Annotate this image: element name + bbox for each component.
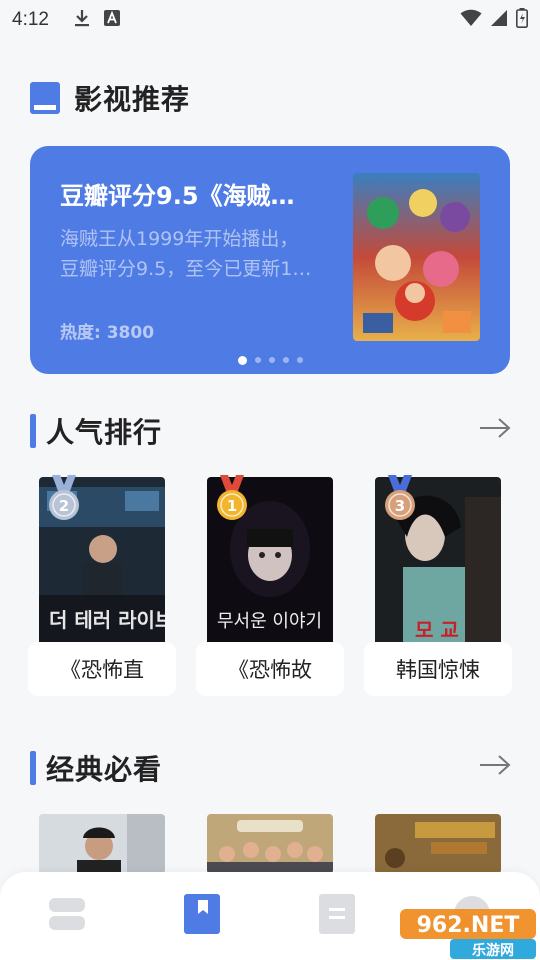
poster-title: 더 테러 라이브 bbox=[49, 608, 165, 632]
svg-text:962.NET: 962.NET bbox=[417, 913, 520, 938]
document-icon bbox=[319, 894, 355, 938]
status-bar: 4:12 bbox=[0, 0, 540, 40]
section-classic-title: 经典必看 bbox=[46, 753, 163, 786]
status-time: 4:12 bbox=[12, 9, 49, 30]
banner-poster-image bbox=[353, 173, 480, 341]
pagination-dot[interactable] bbox=[268, 357, 275, 363]
download-icon bbox=[74, 9, 90, 31]
card-caption: 《恐怖直 bbox=[28, 642, 176, 696]
rank-medal-icon: 2 bbox=[46, 475, 82, 523]
section-marker bbox=[30, 414, 36, 448]
popular-more-arrow-icon[interactable] bbox=[478, 416, 512, 440]
section-recommend-title: 影视推荐 bbox=[74, 83, 191, 116]
banner-desc-line-1: 海贼王从1999年开始播出， bbox=[60, 228, 299, 250]
signal-icon bbox=[490, 9, 508, 31]
book-icon bbox=[30, 82, 60, 114]
nav-home[interactable] bbox=[45, 894, 89, 938]
classic-more-arrow-icon[interactable] bbox=[478, 753, 512, 777]
poster-image bbox=[207, 814, 333, 874]
svg-text:2: 2 bbox=[59, 497, 69, 515]
svg-text:1: 1 bbox=[227, 497, 237, 515]
nav-document[interactable] bbox=[315, 894, 359, 938]
svg-text:3: 3 bbox=[395, 497, 405, 515]
poster-image bbox=[375, 814, 501, 874]
pagination-dot-active[interactable] bbox=[237, 356, 247, 365]
poster-image bbox=[39, 814, 165, 874]
banner-title: 豆瓣评分9.5《海贼王》 bbox=[60, 182, 310, 210]
banner-description: 海贼王从1999年开始播出， 豆瓣评分9.5，至今已更新1000多集 bbox=[60, 224, 320, 284]
featured-banner[interactable]: 豆瓣评分9.5《海贼王》 海贼王从1999年开始播出， 豆瓣评分9.5，至今已更… bbox=[30, 146, 510, 374]
rank-medal-icon: 3 bbox=[382, 475, 418, 523]
app-screen: 4:12 影视推荐 豆瓣评分9.5《海贼王》 海贼王从1999年开始播出， 豆瓣… bbox=[0, 0, 540, 960]
pagination-dot[interactable] bbox=[296, 357, 303, 363]
site-watermark-logo: 962.NET 乐游网 bbox=[400, 905, 540, 960]
rank-medal-icon: 1 bbox=[214, 475, 250, 523]
section-classic-header: 经典必看 bbox=[30, 748, 162, 788]
svg-text:乐游网: 乐游网 bbox=[472, 942, 514, 959]
stack-icon bbox=[47, 896, 87, 936]
section-popular-header: 人气排行 bbox=[30, 411, 162, 451]
section-popular-title: 人气排行 bbox=[46, 416, 163, 449]
banner-heat: 热度: 3800 bbox=[60, 323, 155, 343]
poster-title: 무서운 이야기 bbox=[217, 611, 322, 632]
pagination-dot[interactable] bbox=[254, 357, 261, 363]
poster-title: 모 교 bbox=[415, 618, 459, 642]
section-marker bbox=[30, 751, 36, 785]
wifi-icon bbox=[460, 9, 482, 31]
card-caption: 韩国惊悚 bbox=[364, 642, 512, 696]
nav-bookmark[interactable] bbox=[180, 894, 224, 938]
battery-icon bbox=[516, 8, 528, 32]
section-recommend-header: 影视推荐 bbox=[30, 78, 190, 118]
bookmark-icon bbox=[184, 894, 220, 938]
card-caption: 《恐怖故 bbox=[196, 642, 344, 696]
pagination-dot[interactable] bbox=[282, 357, 289, 363]
banner-pagination bbox=[30, 356, 510, 365]
banner-desc-line-2: 豆瓣评分9.5，至今已更新1000多集 bbox=[60, 258, 320, 280]
font-icon bbox=[104, 10, 120, 30]
